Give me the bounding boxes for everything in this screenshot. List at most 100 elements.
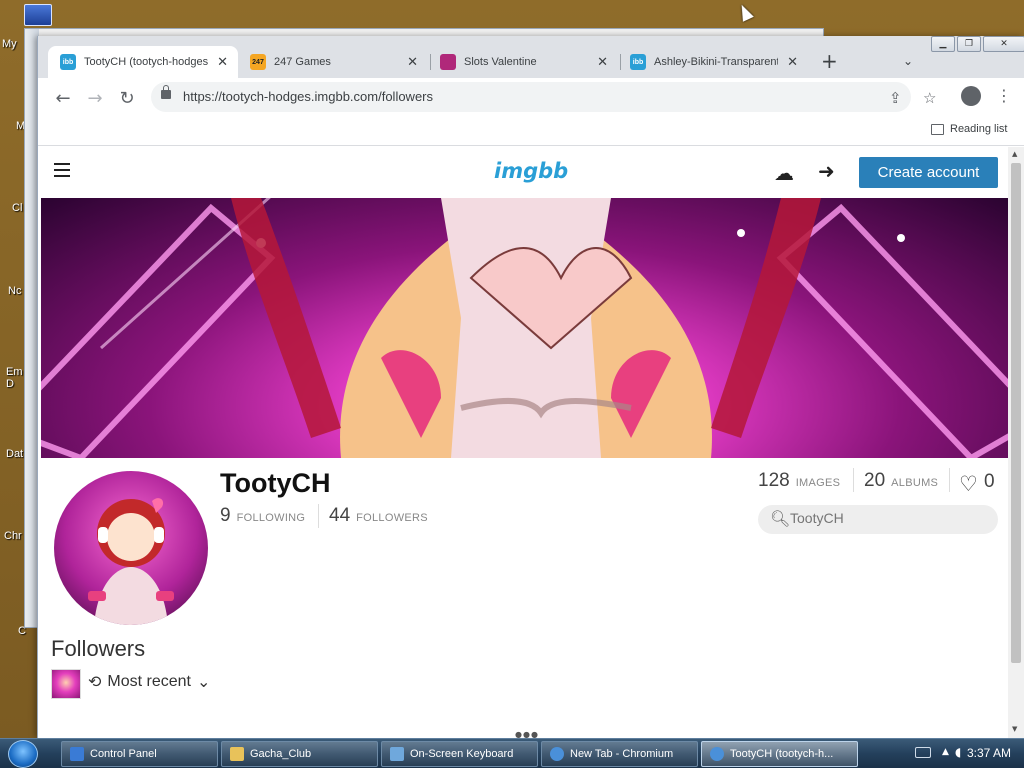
chromium-icon xyxy=(710,747,724,761)
site-header: imgbb ☁ ➜ Create account xyxy=(38,147,1008,199)
keyboard-tray-icon[interactable] xyxy=(915,747,931,758)
page-content: imgbb ☁ ➜ Create account TootyCH 9 FOLLO… xyxy=(38,147,1008,738)
tab-close-icon[interactable]: ✕ xyxy=(787,54,798,70)
avatar-illustration xyxy=(88,498,174,625)
tab-close-icon[interactable]: ✕ xyxy=(597,54,608,70)
desktop-icon-label[interactable]: Em D xyxy=(6,366,26,390)
lock-icon xyxy=(161,85,171,99)
tray-expand-arrow-icon[interactable]: ▲ xyxy=(942,747,949,757)
maximize-icon[interactable]: ❐ xyxy=(957,36,981,52)
history-icon: ⟲ xyxy=(88,674,102,691)
taskbar-clock[interactable]: 3:37 AM xyxy=(967,746,1011,760)
page-scrollbar[interactable]: ▲ ▼ xyxy=(1008,147,1024,738)
follower-avatar-thumbnail[interactable] xyxy=(51,669,81,699)
tab-ashley-bikini[interactable]: ibb Ashley-Bikini-Transparent ✕ xyxy=(618,46,808,78)
followers-heading: Followers xyxy=(51,636,146,661)
bookmark-star-icon[interactable]: ☆ xyxy=(923,89,936,107)
likes-count[interactable]: 0 xyxy=(984,471,995,493)
address-bar[interactable]: https://tootych-hodges.imgbb.com/followe… xyxy=(151,82,936,112)
user-search-box[interactable]: 🔍︎ xyxy=(758,505,998,534)
profile-area: TootyCH 9 FOLLOWING 44 FOLLOWERS 128 IMA… xyxy=(38,458,1008,738)
cover-image xyxy=(41,198,1008,458)
search-icon: 🔍︎ xyxy=(770,509,791,528)
hamburger-menu-icon[interactable] xyxy=(54,163,70,181)
forward-arrow-icon[interactable]: → xyxy=(83,86,107,110)
sort-dropdown[interactable]: ⟲ Most recent ⌄ xyxy=(88,672,210,692)
tab-close-icon[interactable]: ✕ xyxy=(407,54,418,70)
reading-list-icon xyxy=(931,123,944,135)
minimize-icon[interactable]: ▁ xyxy=(931,36,955,52)
stat-separator xyxy=(853,468,854,492)
profile-avatar[interactable] xyxy=(54,471,208,625)
upload-cloud-icon[interactable]: ☁ xyxy=(774,161,794,185)
tab-tootych[interactable]: ibb TootyCH (tootych-hodges ✕ xyxy=(48,46,238,78)
tab-search-chevron-icon[interactable]: ⌄ xyxy=(903,54,913,68)
volume-icon[interactable]: ◖ xyxy=(955,745,961,759)
user-search-input[interactable] xyxy=(790,510,985,526)
share-icon[interactable]: ⇪ xyxy=(889,89,902,107)
following-stat[interactable]: 9 FOLLOWING xyxy=(220,505,305,527)
loading-spinner-icon: ●●● xyxy=(515,730,539,738)
followers-count: 44 xyxy=(329,505,351,526)
chevron-down-icon: ⌄ xyxy=(197,674,211,691)
taskbar-item-label: TootyCH (tootych-h... xyxy=(730,748,834,760)
cover-illustration xyxy=(41,198,1008,458)
tab-slots-valentine[interactable]: Slots Valentine ✕ xyxy=(428,46,618,78)
tab-title: TootyCH (tootych-hodges xyxy=(84,56,208,68)
taskbar-item-gacha-club[interactable]: Gacha_Club xyxy=(221,741,378,767)
stat-separator xyxy=(318,504,319,528)
tab-close-icon[interactable]: ✕ xyxy=(217,54,228,70)
followers-label: FOLLOWERS xyxy=(356,512,428,524)
desktop-icon-label[interactable]: Dat xyxy=(6,448,23,460)
url-text[interactable]: https://tootych-hodges.imgbb.com/followe… xyxy=(183,89,433,104)
close-icon[interactable]: ✕ xyxy=(983,36,1024,52)
start-button-icon[interactable] xyxy=(8,740,38,768)
window-controls: ▁ ❐ ✕ xyxy=(931,36,1024,52)
computer-icon[interactable] xyxy=(24,4,52,26)
imgbb-logo[interactable]: imgbb xyxy=(494,159,568,183)
scroll-up-arrow-icon[interactable]: ▲ xyxy=(1012,150,1017,158)
taskbar-item-label: Gacha_Club xyxy=(250,748,312,760)
desktop-icon-label[interactable]: My xyxy=(2,38,17,50)
taskbar-item-on-screen-keyboard[interactable]: On-Screen Keyboard xyxy=(381,741,538,767)
taskbar-item-tootych[interactable]: TootyCH (tootych-h... xyxy=(701,741,858,767)
tab-title: Slots Valentine xyxy=(464,56,537,68)
taskbar-item-new-tab[interactable]: New Tab - Chromium xyxy=(541,741,698,767)
heart-icon[interactable]: ♡ xyxy=(959,472,978,496)
menu-kebab-icon[interactable]: ⋮ xyxy=(996,86,1012,105)
slots-favicon xyxy=(440,54,456,70)
create-account-button[interactable]: Create account xyxy=(859,157,998,188)
sort-label: Most recent xyxy=(107,673,191,690)
reading-list-label: Reading list xyxy=(950,123,1008,135)
new-tab-plus-icon[interactable]: + xyxy=(821,51,838,71)
sign-in-icon[interactable]: ➜ xyxy=(818,159,835,183)
reload-icon[interactable]: ↻ xyxy=(115,86,139,110)
followers-stat[interactable]: 44 FOLLOWERS xyxy=(329,505,428,527)
browser-window: ibb TootyCH (tootych-hodges ✕ 247 247 Ga… xyxy=(37,36,1024,738)
taskbar-item-label: New Tab - Chromium xyxy=(570,748,674,760)
desktop-icon-label[interactable]: Chr xyxy=(4,530,22,542)
images-count: 128 xyxy=(758,470,790,491)
tab-247-games[interactable]: 247 247 Games ✕ xyxy=(238,46,428,78)
taskbar-item-control-panel[interactable]: Control Panel xyxy=(61,741,218,767)
folder-icon xyxy=(230,747,244,761)
browser-toolbar: ← → ↻ https://tootych-hodges.imgbb.com/f… xyxy=(38,78,1024,116)
desktop-icon-label[interactable]: Nc xyxy=(8,285,21,297)
images-stat[interactable]: 128 IMAGES xyxy=(758,470,840,492)
control-panel-icon xyxy=(70,747,84,761)
tab-title: Ashley-Bikini-Transparent xyxy=(654,56,778,68)
scroll-down-arrow-icon[interactable]: ▼ xyxy=(1012,725,1017,733)
following-count: 9 xyxy=(220,505,231,526)
mouse-cursor-icon xyxy=(736,2,754,22)
desktop-icon-label[interactable]: Cl xyxy=(12,202,22,214)
tab-strip: ibb TootyCH (tootych-hodges ✕ 247 247 Ga… xyxy=(38,36,1024,78)
albums-stat[interactable]: 20 ALBUMS xyxy=(864,470,938,492)
profile-username: TootyCH xyxy=(220,468,331,498)
back-arrow-icon[interactable]: ← xyxy=(51,86,75,110)
keyboard-icon xyxy=(390,747,404,761)
reading-list-button[interactable]: Reading list xyxy=(931,123,1007,135)
scroll-thumb[interactable] xyxy=(1011,163,1021,663)
profile-avatar-icon[interactable] xyxy=(961,86,981,106)
imgbb-favicon: ibb xyxy=(60,54,76,70)
albums-count: 20 xyxy=(864,470,886,491)
